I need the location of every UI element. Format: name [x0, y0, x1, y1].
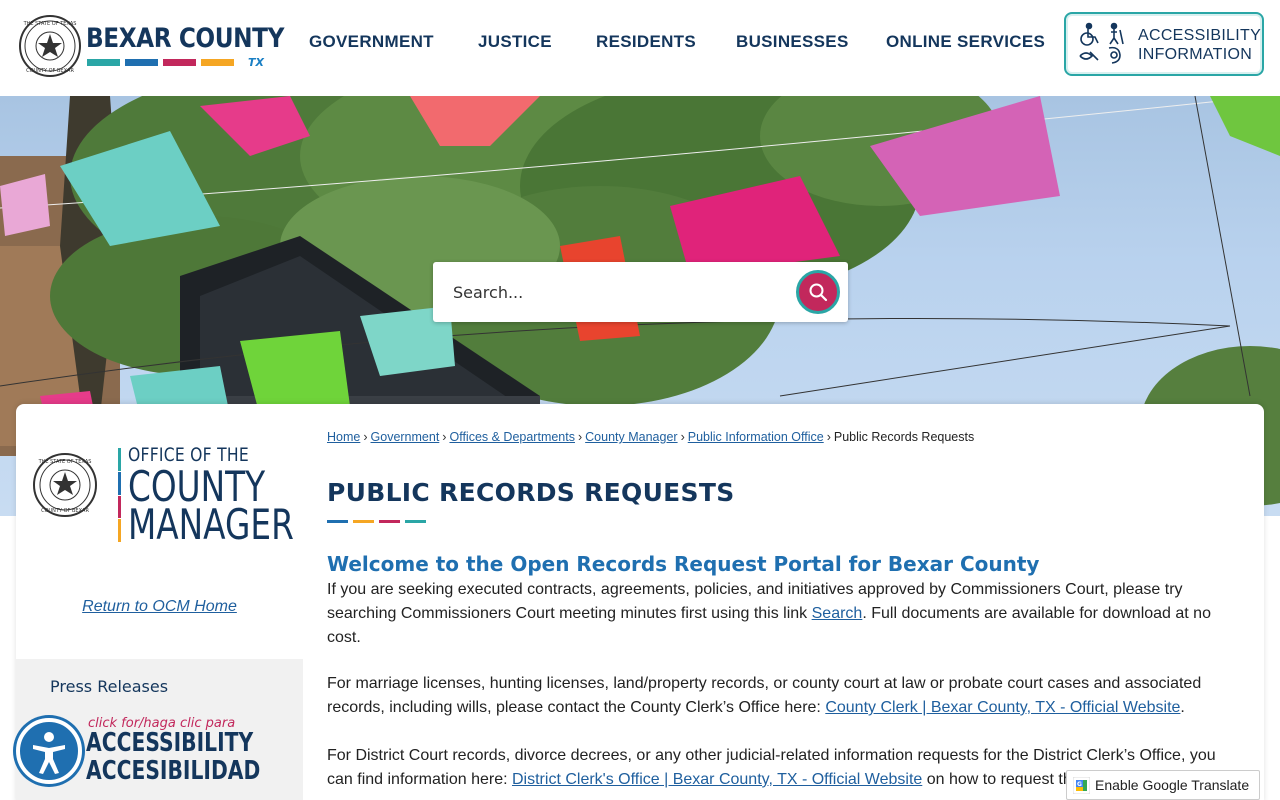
logo-color-bars [87, 59, 234, 66]
nav-justice[interactable]: JUSTICE [478, 32, 552, 52]
breadcrumb-separator: › [826, 430, 831, 444]
accessibility-line1: ACCESSIBILITY [1138, 27, 1262, 44]
google-translate-button[interactable]: G Enable Google Translate [1066, 770, 1260, 800]
google-g-icon: G [1073, 777, 1090, 794]
nav-businesses[interactable]: BUSINESSES [736, 32, 849, 52]
accessibility-line2: INFORMATION [1138, 46, 1253, 63]
breadcrumb-separator: › [442, 430, 447, 444]
county-seal-icon: THE STATE OF TEXAS COUNTY OF BEXAR [19, 15, 81, 77]
logo-tx: TX [248, 56, 264, 69]
breadcrumb-government[interactable]: Government [371, 430, 440, 444]
nav-government[interactable]: GOVERNMENT [309, 32, 434, 52]
breadcrumb-separator: › [577, 430, 583, 444]
site-header: THE STATE OF TEXAS COUNTY OF BEXAR BEXAR… [0, 0, 1280, 96]
breadcrumb-current: Public Records Requests [833, 430, 975, 444]
svg-text:THE STATE OF TEXAS: THE STATE OF TEXAS [38, 459, 92, 465]
svg-text:COUNTY OF BEXAR: COUNTY OF BEXAR [26, 68, 74, 74]
welcome-heading: Welcome to the Open Records Request Port… [327, 552, 1040, 576]
accessibility-person-icon [16, 718, 82, 784]
google-translate-label: Enable Google Translate [1095, 777, 1250, 793]
paragraph-commissioners-court: If you are seeking executed contracts, a… [327, 578, 1227, 650]
svg-text:G: G [1077, 781, 1082, 788]
page-title: PUBLIC RECORDS REQUESTS [327, 478, 735, 507]
paragraph-text: on how to request th [922, 771, 1072, 788]
logo-title: BEXAR COUNTY [86, 23, 284, 54]
search-box [433, 262, 848, 322]
accessibility-widget-label-en: ACCESSIBILITY [86, 728, 254, 758]
county-seal-icon: THE STATE OF TEXAS COUNTY OF BEXAR [33, 453, 97, 517]
accessibility-information-button[interactable]: ACCESSIBILITY INFORMATION [1064, 12, 1264, 76]
breadcrumb-home[interactable]: Home [327, 430, 360, 444]
bexar-county-logo[interactable]: THE STATE OF TEXAS COUNTY OF BEXAR BEXAR… [18, 14, 284, 80]
side-nav-press-releases[interactable]: Press Releases [50, 677, 168, 696]
ocm-line3: MANAGER [128, 500, 294, 549]
ocm-logo[interactable]: THE STATE OF TEXAS COUNTY OF BEXAR OFFIC… [32, 444, 294, 554]
breadcrumb-separator: › [363, 430, 368, 444]
accessibility-widget[interactable]: click for/haga clic para ACCESSIBILITY A… [16, 716, 260, 788]
ocm-color-bar [118, 448, 121, 542]
search-icon [809, 283, 828, 302]
accessibility-icons [1079, 22, 1124, 64]
search-input[interactable] [433, 262, 783, 322]
svg-text:COUNTY OF BEXAR: COUNTY OF BEXAR [41, 508, 89, 514]
breadcrumb: Home › Government › Offices & Departments › Co… [327, 430, 974, 444]
breadcrumb-county-manager[interactable]: County Manager [585, 430, 677, 444]
accessibility-widget-label-es: ACCESIBILIDAD [86, 756, 261, 786]
search-button[interactable] [796, 270, 840, 314]
search-link[interactable]: Search [812, 605, 863, 622]
district-clerk-link[interactable]: District Clerk's Office | Bexar County, … [512, 771, 922, 788]
return-to-ocm-link[interactable]: Return to OCM Home [16, 598, 303, 616]
breadcrumb-public-information-office[interactable]: Public Information Office [688, 430, 824, 444]
nav-residents[interactable]: RESIDENTS [596, 32, 696, 52]
title-color-bars [327, 520, 426, 523]
breadcrumb-offices-departments[interactable]: Offices & Departments [449, 430, 575, 444]
county-clerk-link[interactable]: County Clerk | Bexar County, TX - Offici… [825, 699, 1180, 716]
nav-online-services[interactable]: ONLINE SERVICES [886, 32, 1045, 52]
svg-text:THE STATE OF TEXAS: THE STATE OF TEXAS [23, 21, 77, 27]
breadcrumb-separator: › [680, 430, 685, 444]
paragraph-county-clerk: For marriage licenses, hunting licenses,… [327, 672, 1227, 720]
paragraph-text: . [1180, 699, 1185, 716]
